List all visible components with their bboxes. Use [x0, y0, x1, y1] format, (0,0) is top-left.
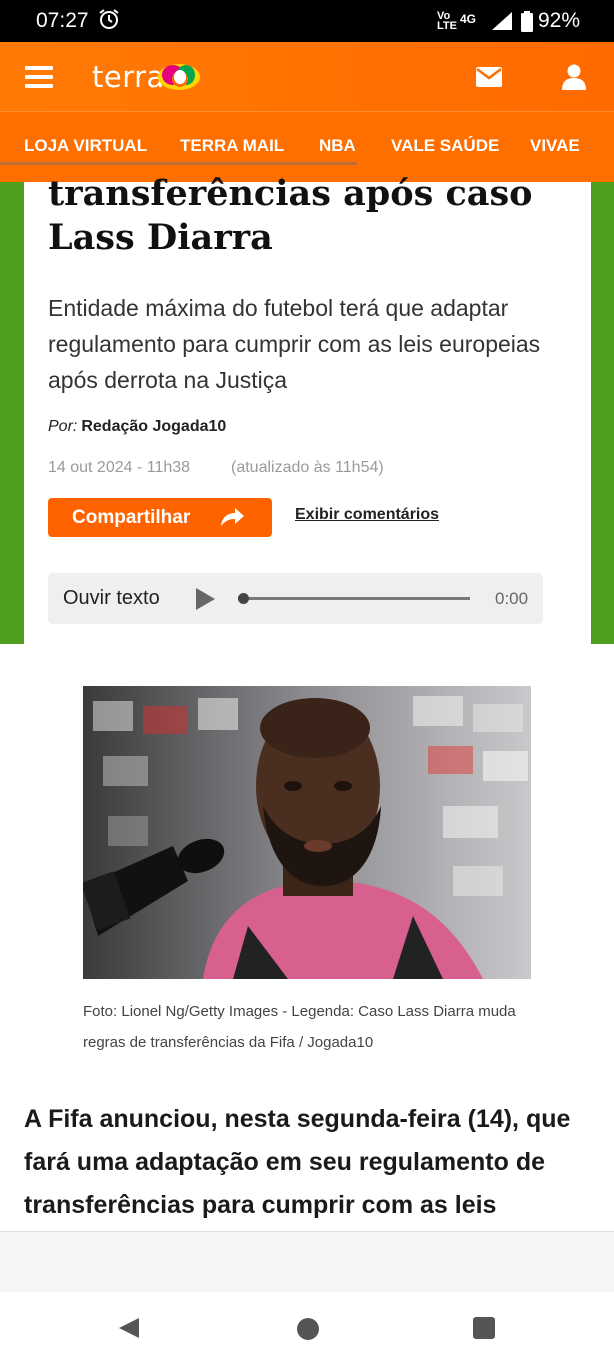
mail-icon[interactable] — [476, 67, 502, 87]
nav-scroll-indicator — [0, 162, 357, 165]
signal-icon — [492, 12, 512, 30]
updated-time: (atualizado às 11h54) — [231, 459, 384, 476]
recents-icon[interactable] — [473, 1317, 495, 1339]
battery-icon — [521, 11, 533, 32]
accent-bar-left — [0, 182, 24, 644]
nav-item-vivae[interactable]: VIVAE — [530, 136, 580, 156]
photo-caption: Foto: Lionel Ng/Getty Images - Legenda: … — [83, 1003, 516, 1051]
article-photo[interactable] — [83, 686, 531, 979]
nav-item-terra-mail[interactable]: TERRA MAIL — [180, 136, 284, 156]
site-header: terra — [0, 42, 614, 112]
nav-item-vale-saude[interactable]: VALE SAÚDE — [391, 136, 499, 156]
share-arrow-icon — [221, 508, 244, 526]
publish-date: 14 out 2024 - 11h38 — [48, 459, 191, 476]
play-icon[interactable] — [194, 587, 216, 611]
network-type: 4G — [460, 12, 477, 26]
article-body-lead: A Fifa anunciou, nesta segunda-feira (14… — [24, 1105, 571, 1219]
terra-logo[interactable]: terra — [92, 60, 165, 94]
audio-progress-thumb[interactable] — [238, 593, 249, 604]
show-comments-link[interactable]: Exibir comentários — [295, 506, 439, 524]
status-bar: 07:27 Vo LTE 4G 92% — [0, 0, 614, 42]
home-icon[interactable] — [297, 1318, 319, 1340]
menu-icon[interactable] — [25, 66, 53, 88]
audio-player-label: Ouvir texto — [63, 587, 160, 609]
share-button-label: Compartilhar — [72, 507, 191, 528]
terra-logo-mark-icon — [158, 64, 200, 90]
battery-percent: 92% — [538, 9, 581, 32]
photo-illustration — [83, 686, 531, 979]
audio-player: Ouvir texto 0:00 — [48, 573, 543, 624]
nav-item-loja-virtual[interactable]: LOJA VIRTUAL — [24, 136, 147, 156]
author-name[interactable]: Redação Jogada10 — [81, 418, 226, 435]
accent-bar-right — [591, 182, 614, 644]
share-button[interactable]: Compartilhar — [48, 498, 272, 537]
audio-time: 0:00 — [495, 589, 529, 608]
bottom-ad-bar — [0, 1231, 614, 1292]
nav-item-nba[interactable]: NBA — [319, 136, 356, 156]
byline-prefix: Por: — [48, 418, 78, 435]
clock: 07:27 — [36, 9, 89, 32]
volte-indicator: Vo LTE — [437, 10, 457, 32]
byline: Por: Redação Jogada10 — [48, 418, 226, 436]
article-title: transferências após caso Lass Diarra — [48, 173, 533, 258]
alarm-icon — [99, 9, 119, 29]
audio-progress-track[interactable] — [238, 597, 470, 600]
back-icon[interactable] — [117, 1316, 141, 1340]
article-subtitle: Entidade máxima do futebol terá que adap… — [48, 295, 541, 393]
user-icon[interactable] — [562, 64, 586, 90]
system-nav-bar — [0, 1292, 614, 1364]
